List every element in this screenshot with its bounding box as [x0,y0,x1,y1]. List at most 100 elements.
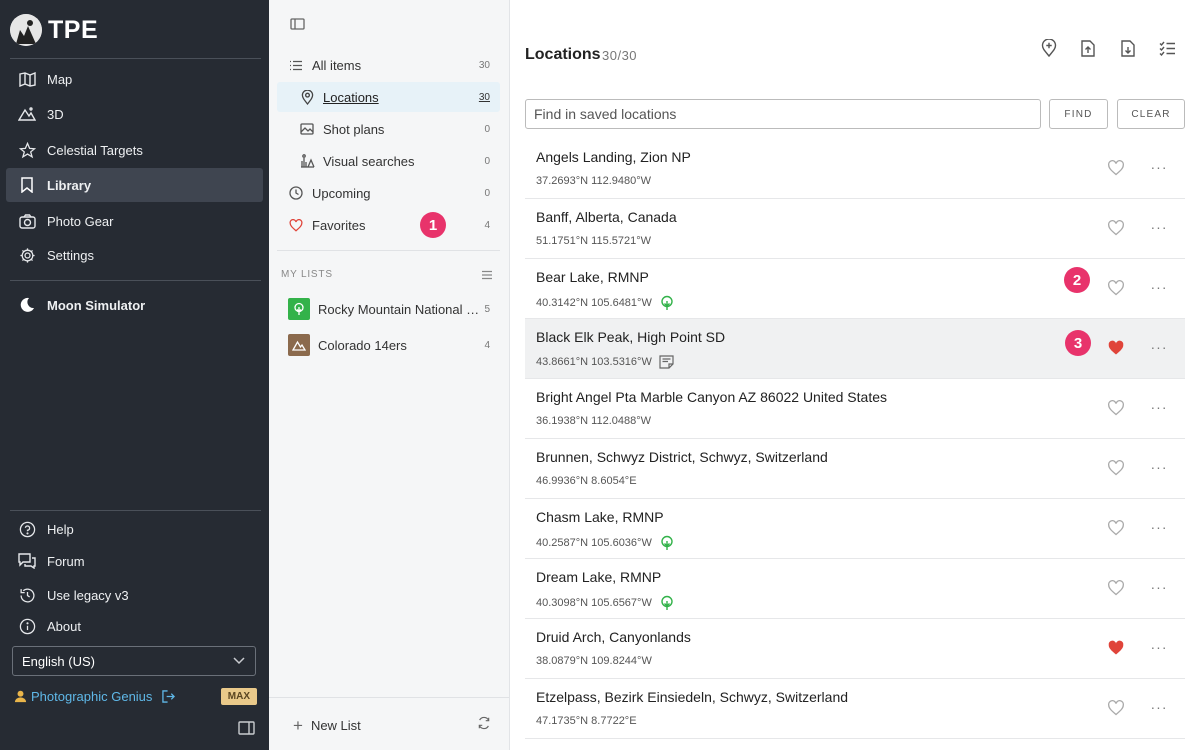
image-icon [299,121,315,137]
history-icon [18,586,36,604]
pin-icon [299,89,315,105]
library-item-label: Visual searches [323,153,415,169]
location-row[interactable]: Banff, Alberta, Canada 51.1751°N 115.5721… [525,199,1185,259]
sidebar-collapse-icon[interactable] [238,721,255,735]
logout-icon[interactable] [162,689,176,703]
list-item-rocky-mountain[interactable]: Rocky Mountain National … 5 [277,294,500,324]
info-icon [18,617,36,635]
user-icon [14,690,27,703]
main-sidebar: TPE Map 3D Celestial Targets Library Pho… [0,0,269,750]
import-icon[interactable] [1118,38,1138,58]
location-row[interactable]: Brunnen, Schwyz District, Schwyz, Switze… [525,439,1185,499]
nav-item-use-legacy[interactable]: Use legacy v3 [6,578,263,612]
visual-search-icon [299,153,315,169]
heart-outline-icon[interactable] [1107,700,1125,718]
list-icon [288,57,304,73]
library-item-locations[interactable]: Locations 30 [277,82,500,112]
brand[interactable]: TPE [10,10,98,50]
plan-badge: MAX [220,687,257,705]
checklist-icon[interactable] [1157,38,1177,58]
refresh-icon[interactable] [477,716,491,730]
library-item-upcoming[interactable]: Upcoming 0 [277,178,500,208]
heart-filled-icon[interactable] [1107,640,1125,658]
heart-outline-icon [288,217,304,233]
location-coords-row: 51.1751°N 115.5721°W [536,235,651,247]
list-item-colorado-14ers[interactable]: Colorado 14ers 4 [277,330,500,360]
location-coords-row: 46.9936°N 8.6054°E [536,475,637,487]
nav-item-map[interactable]: Map [6,62,263,96]
location-row[interactable]: Dream Lake, RMNP 40.3098°N 105.6567°W ··· [525,559,1185,619]
more-options-icon[interactable]: ··· [1147,578,1171,598]
search-input[interactable] [525,99,1041,129]
more-options-icon[interactable]: ··· [1147,338,1171,358]
nav-item-library[interactable]: Library [6,168,263,202]
list-menu-icon[interactable] [481,270,493,280]
library-item-count: 0 [484,187,490,199]
library-item-favorites[interactable]: Favorites 4 [277,210,500,240]
location-row[interactable]: Etzelpass, Bezirk Einsiedeln, Schwyz, Sw… [525,679,1185,739]
user-name-link[interactable]: Photographic Genius [31,689,152,704]
user-row: Photographic Genius MAX [14,686,257,706]
library-item-all-items[interactable]: All items 30 [277,50,500,80]
brand-name: TPE [48,15,99,44]
location-name: Bright Angel Pta Marble Canyon AZ 86022 … [536,389,887,405]
location-name: Bear Lake, RMNP [536,269,649,285]
location-coords-row: 40.3098°N 105.6567°W [536,595,675,611]
panel-toggle-icon[interactable] [290,18,305,30]
library-item-visual-searches[interactable]: Visual searches 0 [277,146,500,176]
more-options-icon[interactable]: ··· [1147,278,1171,298]
tpe-logo-icon [10,14,42,46]
nav-item-settings[interactable]: Settings [6,238,263,272]
heart-filled-icon[interactable] [1107,340,1125,358]
nav-item-forum[interactable]: Forum [6,544,263,578]
more-options-icon[interactable]: ··· [1147,638,1171,658]
new-list-label: New List [310,718,361,733]
heart-outline-icon[interactable] [1107,280,1125,298]
language-value: English (US) [22,653,95,669]
library-item-shot-plans[interactable]: Shot plans 0 [277,114,500,144]
nav-item-celestial-targets[interactable]: Celestial Targets [6,133,263,167]
heart-outline-icon[interactable] [1107,220,1125,238]
location-row[interactable]: Angels Landing, Zion NP 37.2693°N 112.948… [525,139,1185,199]
my-lists-header: MY LISTS [281,269,493,280]
library-panel: All items 30 Locations 30 Shot plans 0 V… [269,0,510,750]
more-options-icon[interactable]: ··· [1147,698,1171,718]
nav-label: Use legacy v3 [47,587,129,603]
location-row[interactable]: Chasm Lake, RMNP 40.2587°N 105.6036°W ··· [525,499,1185,559]
library-item-count: 4 [484,219,490,231]
more-options-icon[interactable]: ··· [1147,218,1171,238]
find-button[interactable]: FIND [1049,99,1108,129]
add-location-icon[interactable] [1039,38,1059,58]
new-list-button[interactable]: + New List [293,717,361,734]
heart-outline-icon[interactable] [1107,580,1125,598]
nav-item-help[interactable]: Help [6,512,263,546]
export-icon[interactable] [1078,38,1098,58]
heart-outline-icon[interactable] [1107,400,1125,418]
more-options-icon[interactable]: ··· [1147,398,1171,418]
library-item-count: 0 [484,155,490,167]
library-item-label: Locations [323,89,379,105]
more-options-icon[interactable]: ··· [1147,518,1171,538]
nav-label: Celestial Targets [47,142,143,158]
more-options-icon[interactable]: ··· [1147,158,1171,178]
nav-item-about[interactable]: About [6,609,263,643]
clear-button[interactable]: CLEAR [1117,99,1185,129]
divider [10,58,261,59]
heart-outline-icon[interactable] [1107,520,1125,538]
location-row[interactable]: Druid Arch, Canyonlands 38.0879°N 109.824… [525,619,1185,679]
more-options-icon[interactable]: ··· [1147,458,1171,478]
nav-label: Settings [47,247,94,263]
location-row[interactable]: Bright Angel Pta Marble Canyon AZ 86022 … [525,379,1185,439]
nav-item-moon-simulator[interactable]: Moon Simulator [6,288,263,322]
location-name: Brunnen, Schwyz District, Schwyz, Switze… [536,449,828,465]
nav-item-3d[interactable]: 3D [6,97,263,131]
heart-outline-icon[interactable] [1107,460,1125,478]
heart-outline-icon[interactable] [1107,160,1125,178]
location-coords-row: 47.1735°N 8.7722°E [536,715,637,727]
language-select[interactable]: English (US) [12,646,256,676]
list-item-count: 5 [484,303,490,315]
nav-item-photo-gear[interactable]: Photo Gear [6,204,263,238]
location-name: Etzelpass, Bezirk Einsiedeln, Schwyz, Sw… [536,689,849,705]
nav-label: 3D [47,106,64,122]
my-lists-heading: MY LISTS [281,269,333,280]
